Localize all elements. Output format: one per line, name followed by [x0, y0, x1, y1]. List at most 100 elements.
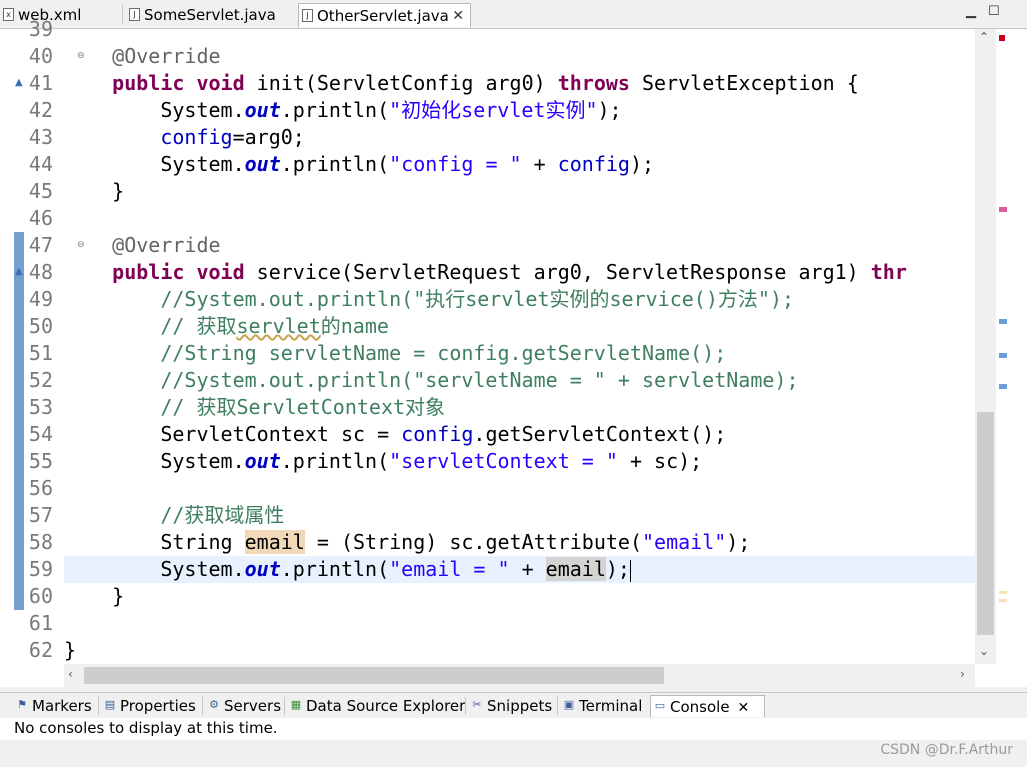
- line-number-gutter: 39 40 41 42 43 44 45 46 47 48 49 50 51 52 53 54 55 56 57 58…: [25, 17, 85, 664]
- tab-markers[interactable]: ⚑ Markers: [13, 695, 92, 717]
- line-number: 42: [28, 98, 53, 122]
- line-number: 47: [28, 233, 53, 257]
- console-message: No consoles to display at this time.: [14, 719, 278, 737]
- java-file-icon: J: [302, 9, 313, 22]
- line-number: 39: [28, 17, 53, 41]
- line-number: 61: [28, 611, 53, 635]
- tab-separator: [98, 697, 99, 715]
- change-marker: [14, 232, 24, 610]
- line-number: 53: [28, 395, 53, 419]
- tab-terminal[interactable]: ▣ Terminal: [560, 695, 643, 717]
- line-number: 40: [28, 44, 53, 68]
- line-number: 59: [28, 557, 53, 581]
- code-line-55: System.out.println("servletContext = " +…: [160, 449, 703, 473]
- code-line-60: }: [112, 584, 125, 608]
- tab-otherservlet-java[interactable]: J OtherServlet.java ✕: [298, 3, 471, 27]
- scroll-down-icon[interactable]: ⌄: [979, 644, 989, 658]
- occurrence-marker[interactable]: [999, 599, 1007, 602]
- servers-icon: ⚙: [209, 698, 219, 711]
- editor-tab-bar: x web.xml J SomeServlet.java J OtherServ…: [0, 0, 1027, 29]
- vertical-scrollbar[interactable]: ⌃ ⌄: [975, 29, 996, 664]
- occurrence-marker[interactable]: [999, 207, 1007, 212]
- tab-data-source-explorer[interactable]: ▦ Data Source Explorer: [287, 695, 466, 717]
- tab-label: OtherServlet.java: [317, 7, 449, 25]
- occurrence-marker[interactable]: [999, 353, 1007, 358]
- tab-properties[interactable]: ▤ Properties: [101, 695, 196, 717]
- code-line-58: String email = (String) sc.getAttribute(…: [160, 530, 751, 554]
- markers-icon: ⚑: [17, 698, 27, 711]
- line-number: 49: [28, 287, 53, 311]
- occurrence-marker[interactable]: [999, 591, 1007, 594]
- line-number: 52: [28, 368, 53, 392]
- line-number: 51: [28, 341, 53, 365]
- code-area[interactable]: @Override public void init(ServletConfig…: [64, 29, 975, 664]
- line-number: 54: [28, 422, 53, 446]
- scroll-thumb[interactable]: [84, 667, 664, 684]
- code-line-41: public void init(ServletConfig arg0) thr…: [112, 71, 859, 95]
- terminal-icon: ▣: [563, 698, 575, 711]
- code-line-62: }: [64, 638, 77, 662]
- view-tab-bar: ⚑ Markers ▤ Properties ⚙ Servers ▦ Data Sour…: [0, 692, 1027, 718]
- status-bar: CSDN @Dr.F.Arthur: [0, 740, 1027, 767]
- tab-snippets[interactable]: ✂ Snippets: [468, 695, 552, 717]
- maximize-icon[interactable]: ☐: [988, 4, 1000, 19]
- scroll-left-icon[interactable]: ‹: [68, 667, 73, 681]
- override-icon: ▲: [15, 266, 23, 277]
- code-line-40: @Override: [112, 44, 221, 68]
- line-number: 57: [28, 503, 53, 527]
- line-number: 56: [28, 476, 53, 500]
- occurrence-marker[interactable]: [999, 319, 1007, 324]
- line-number: 44: [28, 152, 53, 176]
- code-line-47: @Override: [112, 233, 221, 257]
- java-file-icon: J: [129, 8, 140, 21]
- xml-file-icon: x: [3, 8, 14, 21]
- scroll-thumb[interactable]: [977, 412, 994, 635]
- tab-servers[interactable]: ⚙ Servers: [205, 695, 281, 717]
- scroll-right-icon[interactable]: ›: [960, 667, 965, 681]
- line-number: 45: [28, 179, 53, 203]
- line-number: 41: [28, 71, 53, 95]
- snippets-icon: ✂: [472, 698, 482, 711]
- annotation-ruler: [13, 29, 25, 687]
- tab-console[interactable]: ▭ Console ✕: [650, 695, 765, 717]
- tab-separator: [284, 697, 285, 715]
- tab-web-xml[interactable]: x web.xml: [0, 3, 120, 27]
- code-editor[interactable]: 39 40 41 42 43 44 45 46 47 48 49 50 51 52 53 54 55 56 57 58…: [0, 17, 1027, 687]
- line-number: 46: [28, 206, 53, 230]
- code-line-42: System.out.println("初始化servlet实例");: [160, 98, 622, 122]
- override-icon: ▲: [15, 77, 23, 88]
- code-line-48: public void service(ServletRequest arg0,…: [112, 260, 907, 284]
- tab-separator: [122, 4, 123, 24]
- error-marker[interactable]: [999, 35, 1005, 41]
- close-icon[interactable]: ✕: [452, 4, 464, 28]
- line-number: 48: [28, 260, 53, 284]
- code-line-54: ServletContext sc = config.getServletCon…: [160, 422, 727, 446]
- line-number: 55: [28, 449, 53, 473]
- code-line-52: //System.out.println("servletName = " + …: [160, 368, 799, 392]
- tab-separator: [465, 697, 466, 715]
- overview-ruler[interactable]: [996, 29, 1027, 687]
- line-number: 62: [28, 638, 53, 662]
- close-icon[interactable]: ✕: [738, 700, 750, 716]
- text-caret: [629, 559, 631, 582]
- code-line-59-current: System.out.println("email = " + email);: [64, 556, 975, 583]
- code-line-53: // 获取ServletContext对象: [160, 395, 446, 419]
- console-panel: No consoles to display at this time.: [0, 718, 1027, 740]
- scroll-up-icon[interactable]: ⌃: [979, 30, 989, 44]
- tab-someservlet-java[interactable]: J SomeServlet.java: [126, 3, 294, 27]
- horizontal-scrollbar[interactable]: ‹ ›: [64, 664, 975, 687]
- occurrence-marker[interactable]: [999, 384, 1007, 389]
- code-line-44: System.out.println("config = " + config)…: [160, 152, 655, 176]
- console-icon: ▭: [654, 699, 666, 712]
- watermark: CSDN @Dr.F.Arthur: [880, 742, 1013, 758]
- tab-label: SomeServlet.java: [144, 6, 276, 24]
- code-line-49: //System.out.println("执行servlet实例的servic…: [160, 287, 795, 311]
- properties-icon: ▤: [104, 698, 116, 711]
- minimize-icon[interactable]: ▁: [966, 4, 976, 19]
- line-number: 50: [28, 314, 53, 338]
- line-number: 60: [28, 584, 53, 608]
- code-line-57: //获取域属性: [160, 503, 285, 527]
- code-line-45: }: [112, 179, 125, 203]
- tab-separator: [202, 697, 203, 715]
- code-line-43: config=arg0;: [160, 125, 305, 149]
